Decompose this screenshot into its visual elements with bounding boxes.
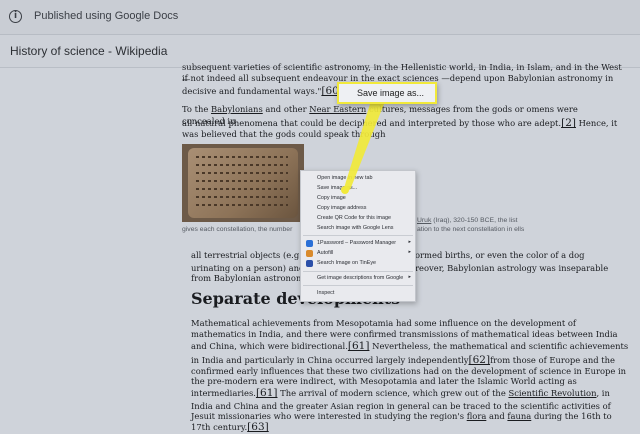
autofill-icon: [306, 250, 313, 257]
paragraph-line: was believed that the gods could speak t…: [182, 129, 386, 139]
menu-divider: [303, 235, 413, 236]
menu-item-image-descriptions[interactable]: Get image descriptions from Google: [317, 274, 403, 283]
citation-61[interactable]: [61]: [256, 387, 278, 399]
submenu-arrow-icon: ▸: [408, 249, 411, 255]
password-manager-icon: [306, 240, 313, 247]
citation-61[interactable]: [61]: [348, 340, 370, 352]
caption-line: gives each constellation, the number: [182, 226, 293, 233]
tineye-icon: [306, 260, 313, 267]
citation-62[interactable]: [62]: [469, 354, 491, 366]
link-scientific-revolution[interactable]: Scientific Revolution: [508, 388, 596, 398]
menu-item-create-qr[interactable]: Create QR Code for this image: [317, 214, 391, 223]
inscription-row: [196, 164, 288, 166]
inscription-row: [196, 196, 288, 198]
context-menu: Open image in new tab Save image as... C…: [300, 170, 416, 302]
menu-item-tineye[interactable]: Search Image on TinEye: [317, 259, 376, 268]
citation-2[interactable]: [2]: [561, 117, 576, 129]
save-image-callout: Save image as...: [337, 82, 437, 104]
submenu-arrow-icon: ▸: [408, 239, 411, 245]
menu-item-save-image[interactable]: Save image as...: [317, 184, 357, 193]
cuneiform-tablet-image[interactable]: [182, 144, 304, 222]
published-label: Published using Google Docs: [34, 10, 179, 22]
tablet-photo: [188, 148, 298, 218]
info-icon[interactable]: i: [9, 10, 22, 23]
menu-item-inspect[interactable]: Inspect: [317, 289, 334, 298]
menu-divider: [303, 271, 413, 272]
inscription-row: [196, 188, 288, 190]
inscription-row: [196, 156, 288, 158]
menu-item-1password[interactable]: 1Password – Password Manager: [317, 239, 396, 248]
menu-item-copy-image-address[interactable]: Copy image address: [317, 204, 366, 213]
inscription-row: [196, 204, 288, 206]
link-uruk[interactable]: Uruk: [417, 217, 431, 224]
menu-item-autofill[interactable]: Autofill: [317, 249, 333, 258]
link-fauna[interactable]: fauna: [507, 411, 531, 421]
caption-line: ation to the next constellation in ells: [417, 226, 525, 233]
link-flora[interactable]: flora: [467, 411, 487, 421]
menu-item-google-lens[interactable]: Search image with Google Lens: [317, 224, 393, 233]
submenu-arrow-icon: ▸: [408, 274, 411, 280]
link-babylonians[interactable]: Babylonians: [211, 104, 263, 114]
menu-item-copy-image[interactable]: Copy image: [317, 194, 346, 203]
published-bar: i Published using Google Docs: [0, 0, 640, 35]
menu-divider: [303, 285, 413, 286]
callout-label: Save image as...: [357, 88, 425, 98]
inscription-row: [196, 180, 288, 182]
menu-item-open-image[interactable]: Open image in new tab: [317, 174, 372, 183]
citation-63[interactable]: [63]: [247, 421, 269, 433]
link-near-eastern[interactable]: Near Eastern: [309, 104, 366, 114]
paragraph-line: all natural phenomena that could be deci…: [182, 117, 618, 129]
inscription-row: [196, 172, 288, 174]
document-title: History of science - Wikipedia: [10, 44, 168, 58]
